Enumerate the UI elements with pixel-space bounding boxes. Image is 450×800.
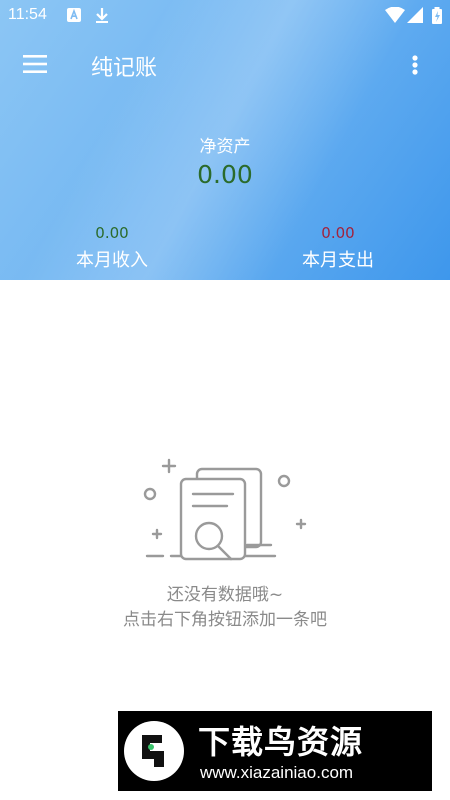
watermark-logo-icon xyxy=(124,721,184,781)
monthly-income-value: 0.00 xyxy=(95,224,129,242)
monthly-income-label: 本月收入 xyxy=(76,250,148,271)
watermark-brand: 下载鸟资源 xyxy=(198,723,364,761)
net-assets-value: 0.00 xyxy=(197,160,253,189)
monthly-expense: 0.00 本月支出 xyxy=(268,224,408,272)
hamburger-menu-icon[interactable] xyxy=(20,52,50,76)
signal-icon xyxy=(407,7,423,23)
app-title: 纯记账 xyxy=(91,56,158,81)
download-icon xyxy=(96,8,108,23)
a-notification-icon xyxy=(67,8,81,22)
battery-icon xyxy=(432,7,442,24)
watermark-banner: 下载鸟资源 www.xiazainiao.com xyxy=(118,711,432,791)
monthly-expense-value: 0.00 xyxy=(321,224,355,242)
net-assets-label: 净资产 xyxy=(199,137,251,157)
empty-state-line2: 点击右下角按钮添加一条吧 xyxy=(123,610,327,630)
monthly-income: 0.00 本月收入 xyxy=(42,224,182,272)
status-time: 11:54 xyxy=(8,6,47,23)
empty-document-search-icon xyxy=(143,458,307,561)
more-vert-icon[interactable] xyxy=(400,50,430,80)
wifi-icon xyxy=(385,7,405,23)
monthly-expense-label: 本月支出 xyxy=(302,250,374,271)
watermark-url: www.xiazainiao.com xyxy=(200,763,354,782)
header-panel: 11:54 纯记账 净资产 0.00 0.00 本月收入 0.00 本月支出 xyxy=(0,0,450,280)
status-bar: 11:54 xyxy=(0,0,450,32)
app-toolbar: 纯记账 xyxy=(0,36,450,92)
empty-state-line1: 还没有数据哦~ xyxy=(166,585,284,605)
